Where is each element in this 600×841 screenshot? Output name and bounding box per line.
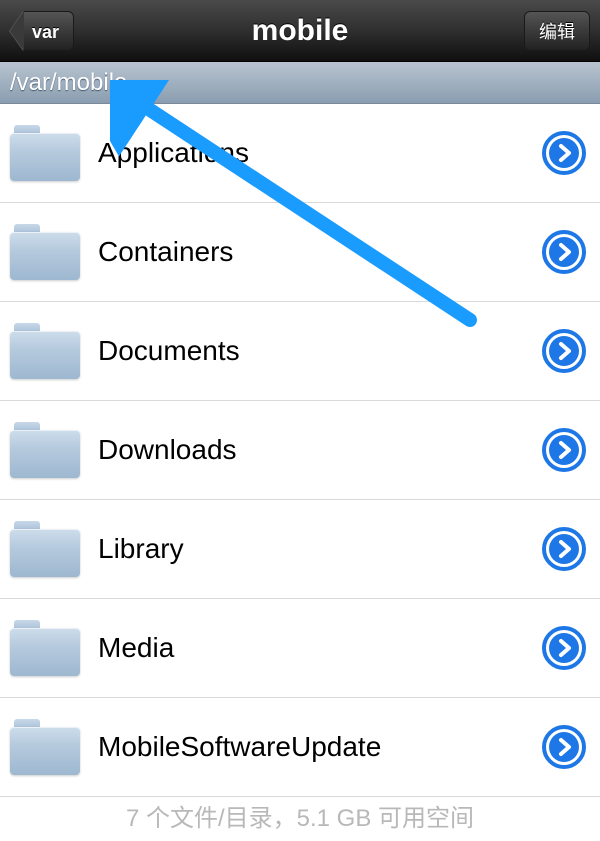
chevron-right-icon[interactable] [542, 131, 586, 175]
chevron-right-icon[interactable] [542, 230, 586, 274]
list-item[interactable]: Applications [0, 104, 600, 203]
edit-button[interactable]: 编辑 [524, 11, 590, 51]
chevron-right-icon[interactable] [542, 626, 586, 670]
list-item[interactable]: Downloads [0, 401, 600, 500]
folder-name: Containers [80, 236, 542, 268]
chevron-right-icon[interactable] [542, 329, 586, 373]
chevron-left-icon [10, 11, 24, 51]
folder-name: Downloads [80, 434, 542, 466]
chevron-right-icon[interactable] [542, 527, 586, 571]
folder-icon [10, 620, 80, 676]
folder-name: MobileSoftwareUpdate [80, 731, 542, 763]
folder-icon [10, 323, 80, 379]
status-footer: 7 个文件/目录，5.1 GB 可用空间 [0, 797, 600, 837]
folder-list: Applications Containers Documents Downlo… [0, 104, 600, 797]
chevron-right-icon[interactable] [542, 725, 586, 769]
page-title: mobile [252, 14, 349, 48]
folder-name: Library [80, 533, 542, 565]
list-item[interactable]: Media [0, 599, 600, 698]
navbar: var mobile 编辑 [0, 0, 600, 62]
folder-name: Media [80, 632, 542, 664]
folder-icon [10, 125, 80, 181]
folder-name: Documents [80, 335, 542, 367]
list-item[interactable]: Containers [0, 203, 600, 302]
folder-icon [10, 224, 80, 280]
path-bar: /var/mobile [0, 62, 600, 104]
list-item[interactable]: MobileSoftwareUpdate [0, 698, 600, 797]
back-button[interactable]: var [10, 11, 74, 51]
list-item[interactable]: Library [0, 500, 600, 599]
folder-icon [10, 422, 80, 478]
list-item[interactable]: Documents [0, 302, 600, 401]
folder-name: Applications [80, 137, 542, 169]
folder-icon [10, 719, 80, 775]
folder-icon [10, 521, 80, 577]
back-button-label: var [24, 11, 74, 51]
chevron-right-icon[interactable] [542, 428, 586, 472]
